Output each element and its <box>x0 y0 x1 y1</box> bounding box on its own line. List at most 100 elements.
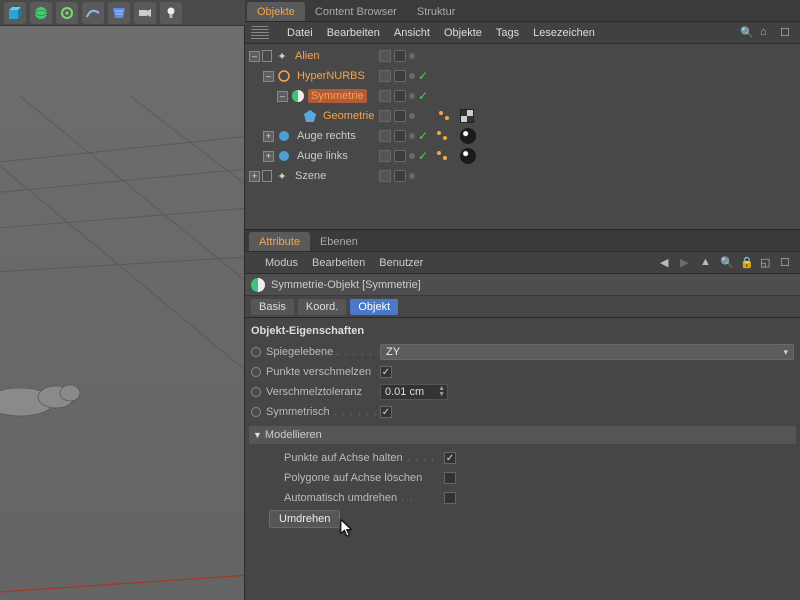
prop-label: Punkte auf Achse halten <box>284 452 403 464</box>
tree-label[interactable]: Szene <box>292 169 329 183</box>
enable-check-icon[interactable]: ✓ <box>418 130 428 142</box>
prop-auto-flip: Automatisch umdrehen . . . <box>251 488 794 508</box>
deformer-tool-icon[interactable] <box>108 2 130 24</box>
menu-view[interactable]: Ansicht <box>394 27 430 39</box>
enable-check-icon[interactable]: ✓ <box>418 90 428 102</box>
material-tag-icon[interactable] <box>460 148 476 164</box>
sphere-icon <box>277 149 291 163</box>
sphere-tool-icon[interactable] <box>30 2 52 24</box>
object-hierarchy[interactable]: – ✦ Alien – HyperNURBS – Symmetrie Geome… <box>245 44 800 230</box>
tab-attribute[interactable]: Attribute <box>249 232 310 251</box>
tree-label[interactable]: HyperNURBS <box>294 69 368 83</box>
attribute-menu: Modus Bearbeiten Benutzer ◀ ▶ ▲ 🔍 🔒 ◱ ☐ <box>245 252 800 274</box>
enable-check-icon[interactable]: ✓ <box>418 150 428 162</box>
material-tag-icon[interactable] <box>460 128 476 144</box>
object-manager-menu: Datei Bearbeiten Ansicht Objekte Tags Le… <box>245 22 800 44</box>
keyframe-ring-icon[interactable] <box>251 367 261 377</box>
tab-content-browser[interactable]: Content Browser <box>305 2 407 21</box>
tree-label[interactable]: Geometrie <box>320 109 377 123</box>
auto-flip-checkbox[interactable]: . <box>444 492 456 504</box>
lock-icon[interactable]: 🔒 <box>740 256 754 270</box>
tree-label[interactable]: Auge links <box>294 149 351 163</box>
mirror-plane-dropdown[interactable]: ZY <box>380 344 794 360</box>
menu-edit[interactable]: Bearbeiten <box>312 257 365 269</box>
prev-icon[interactable]: ◀ <box>660 256 674 270</box>
menu-bookmarks[interactable]: Lesezeichen <box>533 27 595 39</box>
new-window-icon[interactable]: ◱ <box>760 256 774 270</box>
attribute-tab-bar: Attribute Ebenen <box>245 230 800 252</box>
input-value: 0.01 cm <box>385 386 424 398</box>
subtab-coord[interactable]: Koord. <box>298 299 346 315</box>
expand-icon[interactable]: ☐ <box>780 26 794 40</box>
symmetric-checkbox[interactable]: ✓ <box>380 406 392 418</box>
symmetry-icon <box>251 278 265 292</box>
selection-tag-icon[interactable] <box>439 111 453 121</box>
delete-polys-checkbox[interactable]: . <box>444 472 456 484</box>
modeling-section-header[interactable]: ▼ Modellieren <box>249 426 796 444</box>
tab-structure[interactable]: Struktur <box>407 2 466 21</box>
menu-grip-icon <box>251 26 269 40</box>
selection-tag-icon[interactable] <box>437 131 451 141</box>
camera-tool-icon[interactable] <box>134 2 156 24</box>
section-title: Modellieren <box>265 429 322 441</box>
main-toolbar <box>0 0 245 26</box>
flip-button[interactable]: Umdrehen <box>269 510 340 528</box>
subtab-basis[interactable]: Basis <box>251 299 294 315</box>
prop-hold-points: Punkte auf Achse halten . . . . ✓ <box>251 448 794 468</box>
prop-label: Symmetrisch <box>266 406 330 418</box>
up-icon[interactable]: ▲ <box>700 256 714 270</box>
hypernurbs-icon <box>277 69 291 83</box>
menu-objects[interactable]: Objekte <box>444 27 482 39</box>
collapse-toggle-icon[interactable]: – <box>263 71 274 82</box>
null-icon: ✦ <box>275 169 289 183</box>
prop-label: Punkte verschmelzen <box>266 366 371 378</box>
tree-label[interactable]: Auge rechts <box>294 129 359 143</box>
spline-tool-icon[interactable] <box>82 2 104 24</box>
expand-icon[interactable]: ☐ <box>780 256 794 270</box>
expand-toggle-icon[interactable]: + <box>263 131 274 142</box>
search-icon[interactable]: 🔍 <box>740 26 754 40</box>
expand-toggle-icon[interactable]: + <box>249 171 260 182</box>
menu-mode[interactable]: Modus <box>265 257 298 269</box>
layer-icon[interactable] <box>262 170 272 182</box>
texture-tag-icon[interactable] <box>460 109 474 123</box>
keyframe-ring-icon[interactable] <box>251 387 261 397</box>
menu-tags[interactable]: Tags <box>496 27 519 39</box>
keyframe-ring-icon[interactable] <box>251 407 261 417</box>
mesh-preview <box>0 385 80 416</box>
right-pane: Objekte Content Browser Struktur Datei B… <box>245 0 800 600</box>
menu-file[interactable]: Datei <box>287 27 313 39</box>
light-tool-icon[interactable] <box>160 2 182 24</box>
cube-tool-icon[interactable] <box>4 2 26 24</box>
collapse-toggle-icon[interactable]: – <box>249 51 260 62</box>
properties-heading: Objekt-Eigenschaften <box>251 322 794 342</box>
tab-layers[interactable]: Ebenen <box>310 232 368 251</box>
weld-points-checkbox[interactable]: ✓ <box>380 366 392 378</box>
subtab-object[interactable]: Objekt <box>350 299 398 315</box>
keyframe-ring-icon[interactable] <box>251 347 261 357</box>
tree-label[interactable]: Alien <box>292 49 322 63</box>
enable-check-icon[interactable]: ✓ <box>418 70 428 82</box>
prop-label: Automatisch umdrehen <box>284 492 397 504</box>
manager-tab-bar: Objekte Content Browser Struktur <box>245 0 800 22</box>
tolerance-input[interactable]: 0.01 cm▲▼ <box>380 384 448 400</box>
viewport[interactable] <box>0 26 245 600</box>
hold-points-checkbox[interactable]: ✓ <box>444 452 456 464</box>
tab-objects[interactable]: Objekte <box>247 2 305 21</box>
null-icon: ✦ <box>275 49 289 63</box>
selection-tag-icon[interactable] <box>437 151 451 161</box>
menu-user[interactable]: Benutzer <box>379 257 423 269</box>
properties-panel: Objekt-Eigenschaften Spiegelebene . . . … <box>245 318 800 600</box>
object-header: Symmetrie-Objekt [Symmetrie] <box>245 274 800 296</box>
menu-edit[interactable]: Bearbeiten <box>327 27 380 39</box>
tree-label[interactable]: Symmetrie <box>308 89 367 103</box>
collapse-toggle-icon[interactable]: – <box>277 91 288 102</box>
layer-icon[interactable] <box>262 50 272 62</box>
gear-tool-icon[interactable] <box>56 2 78 24</box>
expand-toggle-icon[interactable]: + <box>263 151 274 162</box>
home-icon[interactable]: ⌂ <box>760 26 774 40</box>
search-icon[interactable]: 🔍 <box>720 256 734 270</box>
disclosure-triangle-icon: ▼ <box>253 430 262 440</box>
next-icon[interactable]: ▶ <box>680 256 694 270</box>
object-header-title: Symmetrie-Objekt [Symmetrie] <box>271 279 421 291</box>
